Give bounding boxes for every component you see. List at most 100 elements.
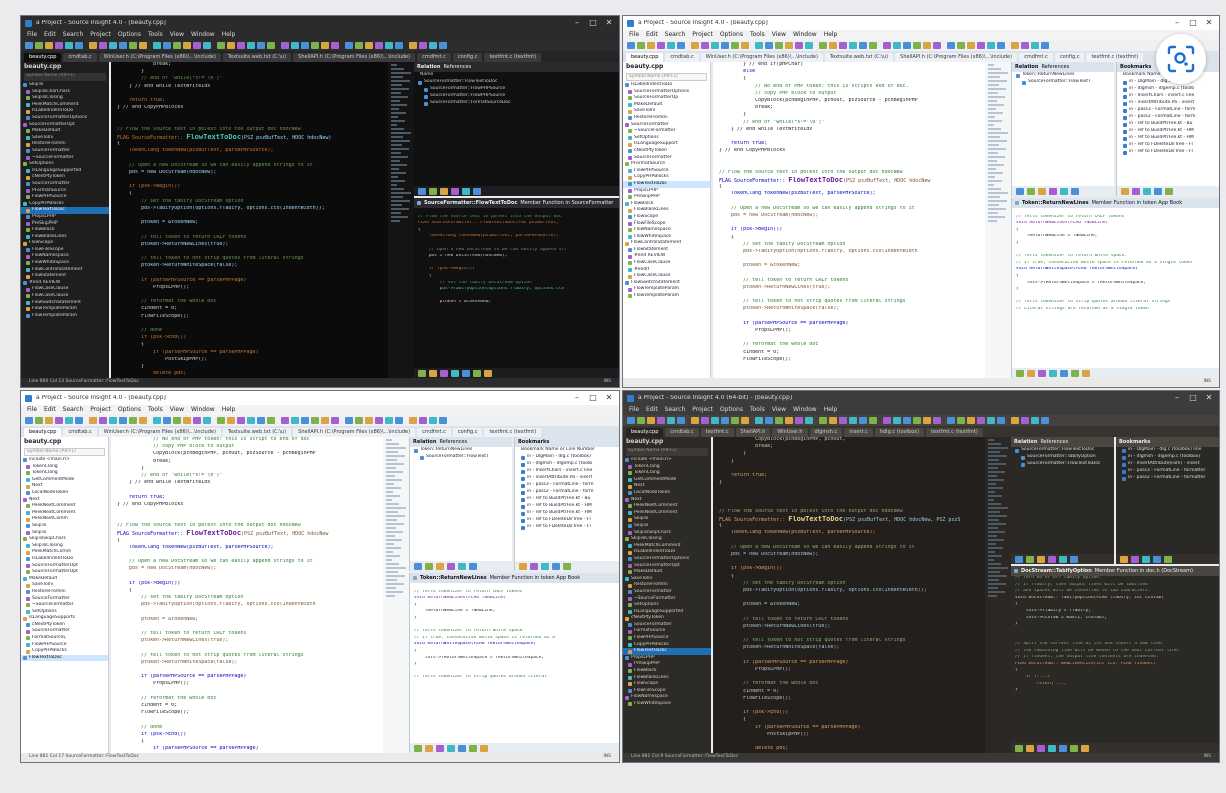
symbol-list-item[interactable]: SourceFormatterOp [623, 95, 710, 102]
toolbar-button-icon[interactable] [903, 417, 911, 424]
file-tab[interactable]: WinUser.h [772, 428, 808, 437]
toolbar-button-icon[interactable] [267, 42, 275, 49]
file-tab[interactable]: textfmt.c [700, 428, 734, 437]
bookmark-item[interactable]: in - ref to FDeleteDirTree - Fl [515, 524, 619, 531]
toolbar-button-icon[interactable] [815, 42, 817, 49]
symbol-list-item[interactable]: cNextPtyToken [21, 622, 108, 629]
toolbar-button-icon[interactable] [775, 417, 783, 424]
toolbar-button-icon[interactable] [331, 417, 339, 424]
panel-tool-icon[interactable] [1027, 187, 1035, 195]
panel-tool-icon[interactable] [1143, 187, 1151, 195]
toolbar-button-icon[interactable] [765, 417, 773, 424]
toolbar-button-icon[interactable] [291, 417, 299, 424]
bookmark-item[interactable]: in - ref to BuildPtrFile.kt - Bu [515, 496, 619, 503]
toolbar-button-icon[interactable] [657, 417, 665, 424]
toolbar-button-icon[interactable] [647, 417, 655, 424]
panel-tool-icon[interactable] [1016, 187, 1024, 195]
symbol-list-item[interactable]: FlowScope [21, 240, 109, 247]
menu-item-view[interactable]: View [772, 407, 786, 413]
file-tab[interactable]: textfmt.c (textfmt) [926, 428, 983, 437]
file-tab[interactable]: WinUser.h (C:\Program Files (x86)\...\in… [98, 428, 221, 437]
toolbar-button-icon[interactable] [943, 42, 945, 49]
toolbar-button-icon[interactable] [385, 417, 393, 424]
panel-tool-icon[interactable] [1120, 555, 1128, 563]
minimize-button[interactable]: – [1171, 19, 1183, 27]
bookmark-item[interactable]: in - InsertChars - insert.c line [1117, 93, 1219, 100]
menu-item-edit[interactable]: Edit [646, 32, 658, 38]
symbol-list-item[interactable]: SourceFormatter [623, 122, 710, 129]
symbol-list-item[interactable]: FlowControlStatement [623, 240, 710, 247]
symbol-list-item[interactable]: FlowBlock [623, 668, 711, 675]
symbol-list-item[interactable]: Next [623, 497, 711, 504]
toolbar-button-icon[interactable] [237, 42, 245, 49]
toolbar-button-icon[interactable] [879, 42, 881, 49]
symbol-list-item[interactable]: FlowBlankLines [623, 675, 711, 682]
toolbar-button-icon[interactable] [913, 42, 921, 49]
toolbar-button-icon[interactable] [691, 42, 699, 49]
symbol-list-item[interactable]: FlowBlankLines [21, 234, 109, 241]
toolbar-button-icon[interactable] [785, 417, 793, 424]
menu-item-view[interactable]: View [170, 407, 184, 413]
toolbar-button-icon[interactable] [75, 417, 83, 424]
symbol-list-item[interactable]: Next [21, 497, 108, 504]
toolbar-button-icon[interactable] [257, 42, 265, 49]
bookmark-item[interactable]: in - DlgMain - dlg.c (toolbox) [515, 454, 619, 461]
symbol-list-item[interactable]: SetOptions [21, 609, 108, 616]
relation-tree-item[interactable]: SourceFormatter::FormatSourceDoc [414, 100, 619, 107]
bookmark-item[interactable]: in - InsertAttribute(Fam) - insert [1116, 461, 1219, 468]
panel-tool-icon[interactable] [429, 187, 437, 195]
panel-tool-icon[interactable] [414, 744, 422, 752]
toolbar-button-icon[interactable] [291, 42, 299, 49]
menu-item-help[interactable]: Help [222, 407, 236, 413]
symbol-list-item[interactable]: RestoreFromIni [623, 115, 710, 122]
symbol-list-item[interactable]: FormatSourceL [21, 635, 108, 642]
toolbar-button-icon[interactable] [1021, 417, 1029, 424]
toolbar-button-icon[interactable] [1007, 42, 1009, 49]
symbol-list-item[interactable]: FlowTemplateParam [21, 313, 109, 320]
toolbar-button-icon[interactable] [731, 417, 739, 424]
toolbar-button-icon[interactable] [627, 417, 635, 424]
symbol-list-item[interactable]: FlowPHPSource [623, 635, 711, 642]
toolbar-button-icon[interactable] [957, 42, 965, 49]
toolbar-button-icon[interactable] [193, 42, 201, 49]
toolbar-button-icon[interactable] [35, 42, 43, 49]
symbol-list-item[interactable]: PFormatSource [21, 188, 109, 195]
symbol-list-item[interactable]: FlowSwitchStatement [623, 280, 710, 287]
symbol-list-item[interactable]: FlowScope [623, 681, 711, 688]
bookmark-item[interactable]: in - pass3 - FormatLine - formatter [1116, 468, 1219, 475]
toolbar-button-icon[interactable] [227, 42, 235, 49]
symbol-list-item[interactable]: FlowTextToDoc [21, 207, 109, 214]
panel-tool-icon[interactable] [436, 744, 444, 752]
symbol-list-item[interactable]: PeekNextComment [21, 510, 108, 517]
panel-tool-icon[interactable] [1059, 744, 1067, 752]
file-tab[interactable]: ShellAPI.h (C:\Program Files (x86)\...\i… [293, 428, 416, 437]
symbol-list-item[interactable]: IsLabelIndentToDo [623, 82, 710, 89]
bookmark-item[interactable]: in - pass2 - FormatLine - form [515, 489, 619, 496]
bookmark-item[interactable]: in - dlgmsh - dlgemp.c (toolb [1117, 86, 1219, 93]
panel-tool-icon[interactable] [1015, 744, 1023, 752]
symbol-list-item[interactable]: MakeDefault [623, 569, 711, 576]
file-tab[interactable]: textfmt.c (textfmt) [484, 53, 542, 62]
toolbar-button-icon[interactable] [805, 417, 813, 424]
toolbar-button-icon[interactable] [687, 42, 689, 49]
symbol-list-item[interactable]: PeekMatchComment [21, 102, 109, 109]
toolbar-button-icon[interactable] [721, 417, 729, 424]
toolbar-button-icon[interactable] [129, 417, 137, 424]
panel-tool-icon[interactable] [1131, 555, 1139, 563]
menu-item-help[interactable]: Help [222, 32, 236, 38]
symbol-list-item[interactable]: FlowCaseClause [623, 273, 710, 280]
toolbar-button-icon[interactable] [883, 417, 891, 424]
panel-tool-icon[interactable] [462, 369, 470, 377]
symbol-list-item[interactable]: ~SourceFormatter [623, 128, 710, 135]
symbol-list-item[interactable]: SourceFormatter [623, 622, 711, 629]
file-tab[interactable]: beauty.cpp [24, 53, 62, 62]
symbol-list-item[interactable]: SkipToSkipChars [623, 530, 711, 537]
relation-tree-item[interactable]: SourceFormatter::FlowTextToDoc [1011, 447, 1114, 454]
menu-item-file[interactable]: File [27, 407, 37, 413]
file-tab[interactable]: cmdfmt.c [417, 53, 451, 62]
symbol-list-item[interactable]: ~SourceFormatter [21, 155, 109, 162]
file-tab[interactable]: ShellAPI.h (C:\Program Files (x86)\...\i… [293, 53, 416, 62]
toolbar-button-icon[interactable] [139, 42, 147, 49]
panel-tool-icon[interactable] [447, 744, 455, 752]
symbol-list-item[interactable]: SourceFormatter [21, 181, 109, 188]
